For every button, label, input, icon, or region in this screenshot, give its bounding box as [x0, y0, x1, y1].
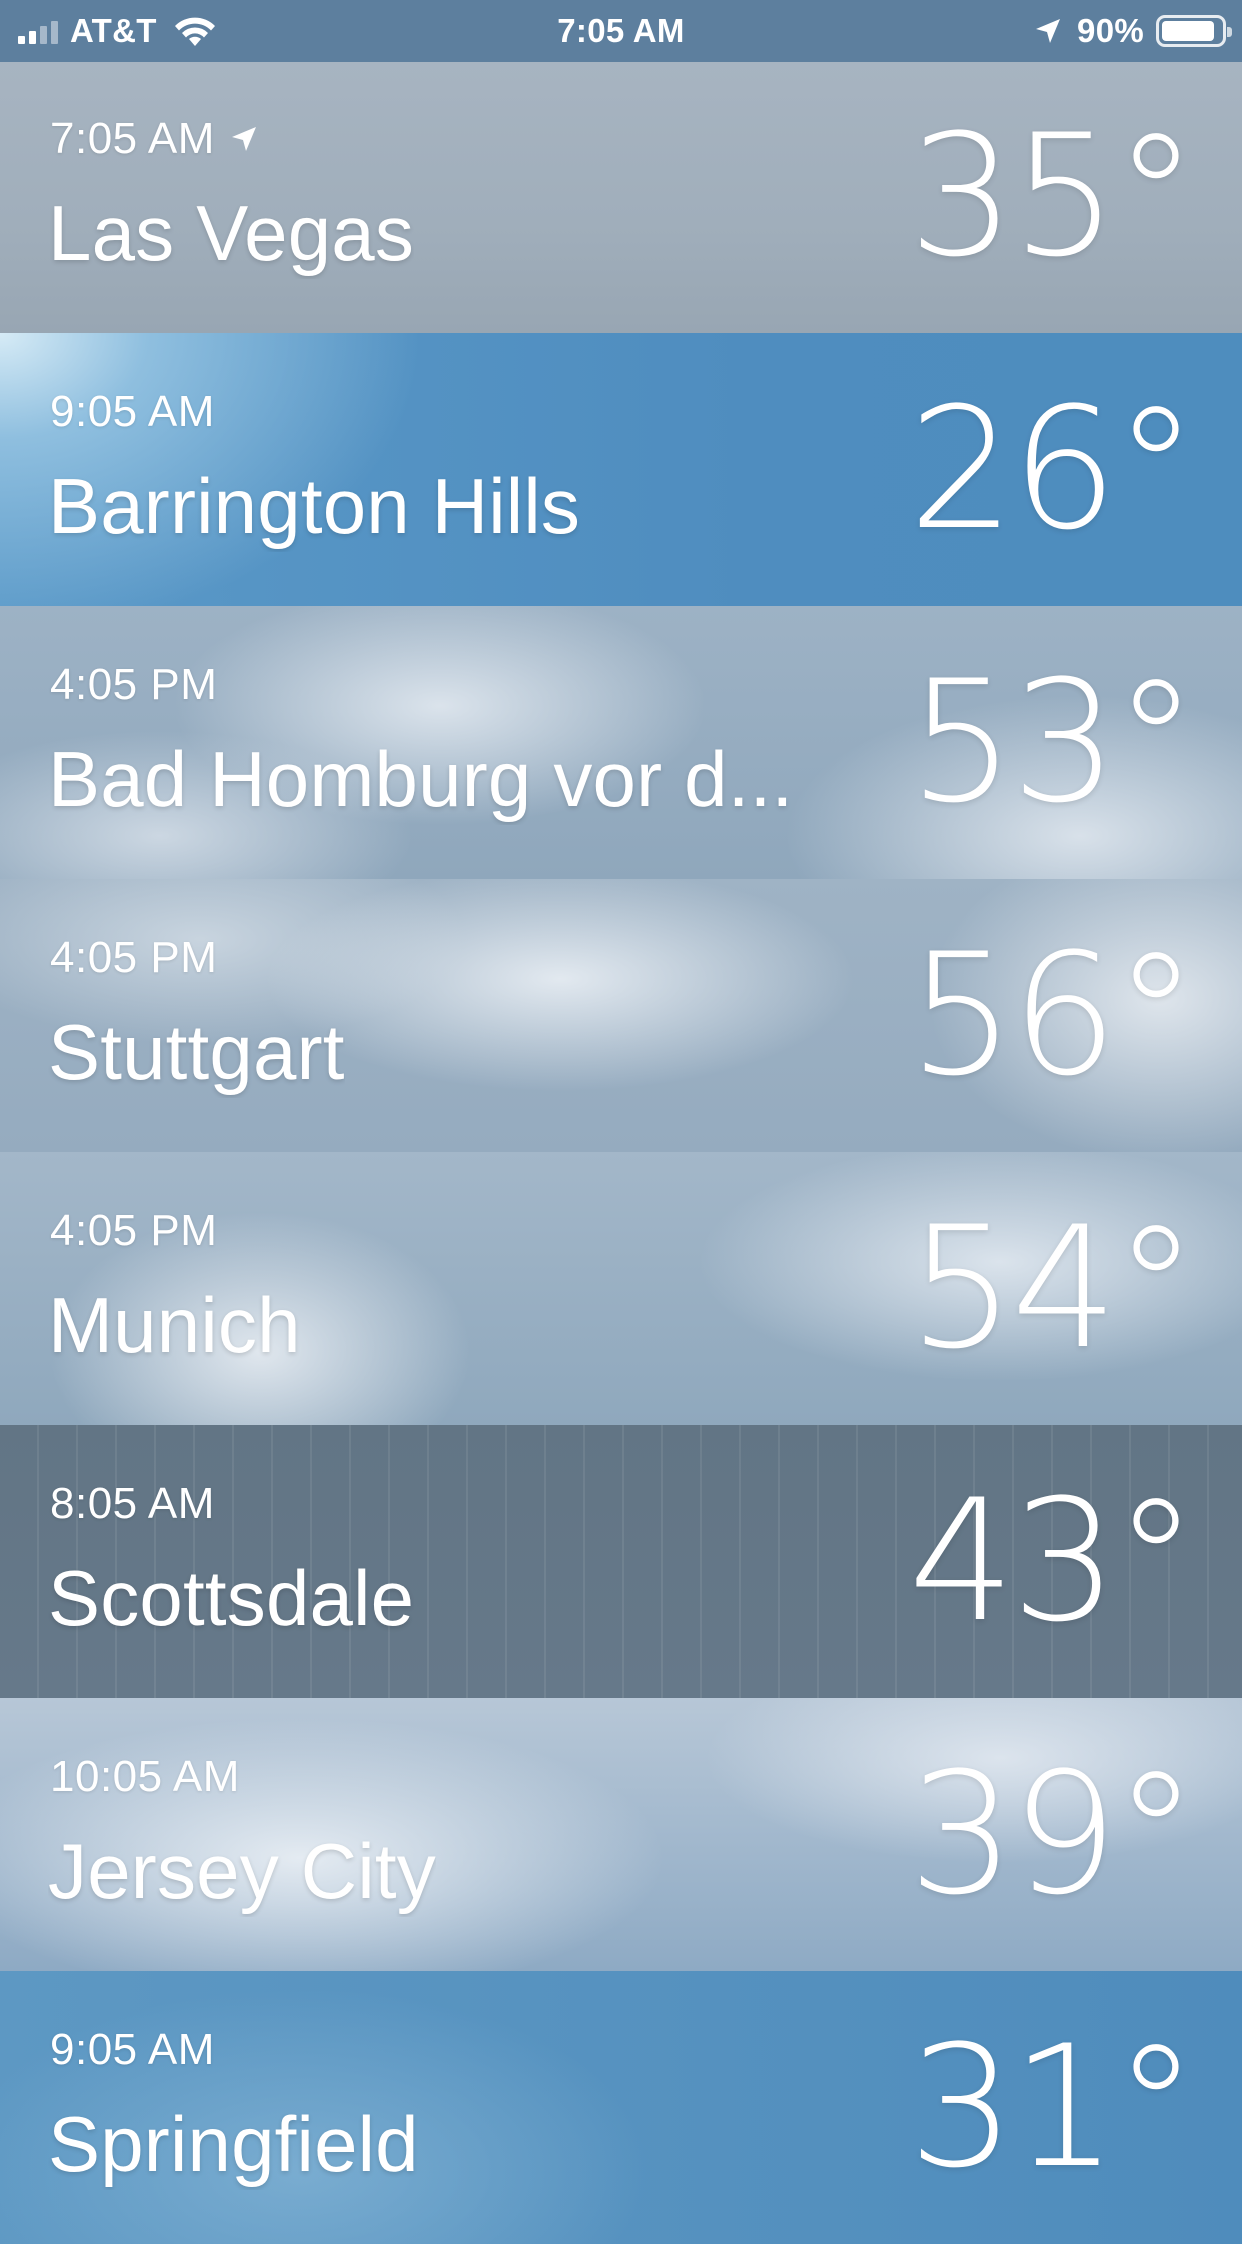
- city-name: Barrington Hills: [48, 462, 581, 550]
- local-time-label: 10:05 AM: [50, 1752, 240, 1801]
- city-name: Scottsdale: [48, 1554, 415, 1642]
- local-time: 7:05 AM: [50, 114, 261, 164]
- city-row-scottsdale[interactable]: 8:05 AM Scottsdale 43°: [0, 1425, 1242, 1698]
- city-name: Springfield: [48, 2100, 419, 2188]
- city-name: Munich: [48, 1281, 301, 1369]
- local-time-label: 9:05 AM: [50, 2025, 215, 2074]
- local-time-label: 4:05 PM: [50, 1206, 218, 1255]
- city-row-stuttgart[interactable]: 4:05 PM Stuttgart 56°: [0, 879, 1242, 1152]
- temperature: 35°: [908, 98, 1198, 294]
- city-row-barrington-hills[interactable]: 9:05 AM Barrington Hills 26°: [0, 333, 1242, 606]
- temperature: 54°: [908, 1190, 1198, 1386]
- local-time-label: 4:05 PM: [50, 933, 218, 982]
- current-location-icon: [231, 127, 256, 151]
- city-name: Jersey City: [48, 1827, 436, 1915]
- city-row-jersey-city[interactable]: 10:05 AM Jersey City 39°: [0, 1698, 1242, 1971]
- city-row-springfield[interactable]: 9:05 AM Springfield 31°: [0, 1971, 1242, 2244]
- local-time-label: 7:05 AM: [50, 114, 215, 163]
- location-arrow-icon: [1036, 19, 1061, 43]
- city-name: Bad Homburg vor d...: [48, 735, 794, 823]
- battery-icon: [1156, 15, 1232, 47]
- temperature: 56°: [908, 917, 1198, 1113]
- status-right: 90%: [1033, 12, 1232, 50]
- city-name: Stuttgart: [48, 1008, 345, 1096]
- city-list: 7:05 AM Las Vegas 35° 9:05 AM Barrington…: [0, 62, 1242, 2244]
- battery-fill: [1162, 21, 1214, 41]
- status-bar: AT&T 7:05 AM 90%: [0, 0, 1242, 62]
- city-row-munich[interactable]: 4:05 PM Munich 54°: [0, 1152, 1242, 1425]
- battery-percent: 90%: [1077, 12, 1144, 49]
- local-time-label: 4:05 PM: [50, 660, 218, 709]
- city-row-bad-homburg[interactable]: 4:05 PM Bad Homburg vor d... 53°: [0, 606, 1242, 879]
- city-name: Las Vegas: [48, 189, 415, 277]
- temperature: 31°: [908, 2009, 1198, 2205]
- local-time-label: 8:05 AM: [50, 1479, 215, 1528]
- temperature: 26°: [908, 371, 1198, 567]
- temperature: 53°: [908, 644, 1198, 840]
- city-row-las-vegas[interactable]: 7:05 AM Las Vegas 35°: [0, 62, 1242, 333]
- temperature: 39°: [908, 1736, 1198, 1932]
- temperature: 43°: [908, 1463, 1198, 1659]
- local-time-label: 9:05 AM: [50, 387, 215, 436]
